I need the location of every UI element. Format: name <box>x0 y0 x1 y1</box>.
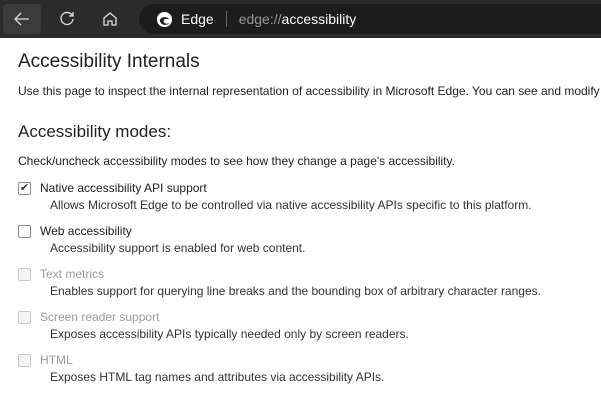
mode-checkbox <box>18 311 31 324</box>
edge-logo-icon <box>156 11 173 27</box>
url-text[interactable]: edge://accessibility <box>239 11 357 27</box>
modes-heading: Accessibility modes: <box>18 122 172 141</box>
address-bar[interactable]: Edge edge://accessibility <box>139 4 601 34</box>
mode-label: Native accessibility API support <box>40 181 207 195</box>
mode-description: Exposes HTML tag names and attributes vi… <box>50 370 385 384</box>
back-button[interactable] <box>3 4 41 34</box>
mode-checkbox <box>18 268 31 281</box>
arrow-left-icon <box>14 12 29 26</box>
home-button[interactable] <box>91 4 129 34</box>
modes-help-text: Check/uncheck accessibility modes to see… <box>18 154 455 168</box>
mode-description: Exposes accessibility APIs typically nee… <box>50 327 409 341</box>
url-path: accessibility <box>281 11 357 27</box>
url-scheme: edge:// <box>238 11 282 27</box>
browser-brand: Edge <box>181 11 214 27</box>
mode-label: Text metrics <box>40 267 105 281</box>
mode-label: Web accessibility <box>40 224 132 238</box>
divider <box>225 11 227 27</box>
mode-checkbox[interactable]: ✔ <box>18 182 31 195</box>
mode-description: Allows Microsoft Edge to be controlled v… <box>50 198 532 212</box>
mode-label: HTML <box>40 353 73 367</box>
reload-button[interactable] <box>48 4 86 34</box>
intro-text: Use this page to inspect the internal re… <box>18 84 600 98</box>
browser-toolbar: Edge edge://accessibility <box>0 0 601 38</box>
mode-label: Screen reader support <box>40 310 160 324</box>
mode-description: Accessibility support is enabled for web… <box>50 241 306 255</box>
reload-icon <box>60 11 74 26</box>
mode-description: Enables support for querying line breaks… <box>50 284 541 298</box>
home-icon <box>103 12 117 26</box>
page-title: Accessibility Internals <box>18 51 200 72</box>
mode-checkbox[interactable] <box>18 225 31 238</box>
mode-checkbox <box>18 354 31 367</box>
